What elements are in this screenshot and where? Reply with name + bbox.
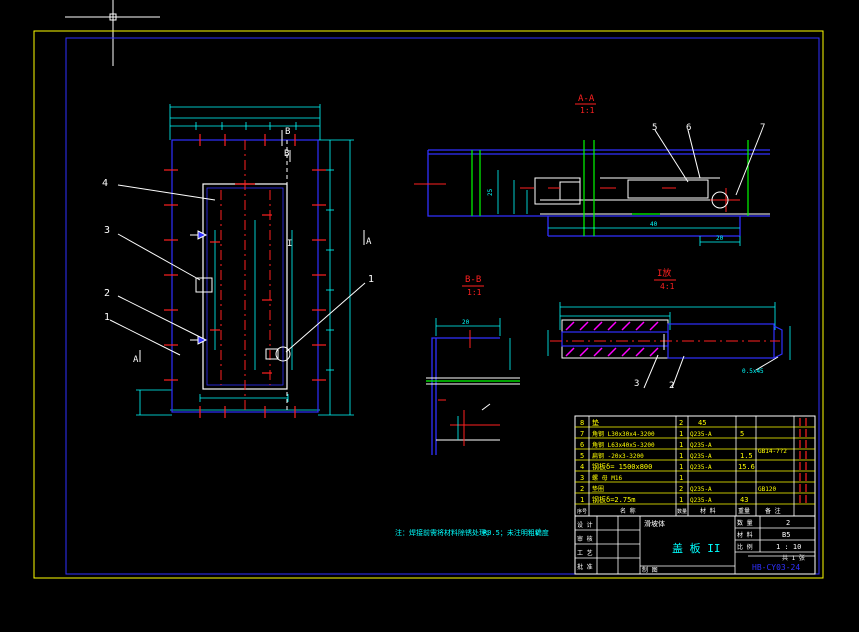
parts-row-2-qty: 2 [679, 485, 683, 493]
parts-row-7-weight: 5 [740, 430, 744, 438]
section-bb-title: B-B [465, 275, 481, 285]
parts-row-5-no: 5 [580, 452, 584, 460]
parts-list-table: 8 垫 2 45 7 角钢 L30x30x4-3200 1 Q235-A 5 6… [574, 415, 816, 517]
title-project: 滑坡体 [644, 519, 665, 528]
parts-header-remark: 备 注 [765, 507, 781, 515]
title-row-approve: 批 准 [577, 563, 593, 571]
parts-row-4-remark: GB14-7?2 [758, 448, 787, 455]
count-label: 数 量 [737, 519, 753, 527]
detail-i-title: I放 [657, 267, 671, 279]
technical-note: 注：焊接前需将材料除锈处理； [395, 528, 493, 537]
parts-row-1-weight: 43 [740, 496, 748, 504]
parts-row-1-qty: 1 [679, 496, 683, 504]
parts-row-1-name: 钢板δ=2.75m [592, 495, 636, 504]
sheet-count: 共 1 张 [782, 554, 805, 562]
section-aa-callout-6: 6 [686, 123, 691, 133]
parts-row-8-qty: 2 [679, 419, 683, 427]
material-value: B5 [782, 531, 790, 539]
detail-i-view: I放 4:1 3 2 0.5x45 [547, 267, 791, 391]
section-mark-a-left: A [133, 355, 139, 365]
parts-row-7-material: Q235-A [690, 431, 712, 438]
plan-callout-2: 2 [104, 288, 110, 299]
detail-i-scale: 4:1 [660, 282, 675, 291]
parts-row-6-qty: 1 [679, 441, 683, 449]
section-aa-scale: 1:1 [580, 106, 595, 115]
parts-row-2-material: Q235-A [690, 486, 712, 493]
section-mark-a-right: A [366, 237, 372, 247]
plan-callout-4: 4 [102, 178, 108, 189]
parts-row-1-material: Q235-A [690, 497, 712, 504]
parts-row-3-qty: 1 [679, 474, 683, 482]
parts-row-6-material: Q235-A [690, 442, 712, 449]
section-bb-scale: 1:1 [467, 288, 482, 297]
parts-row-4-name: 钢板δ= 1500x800 [592, 462, 652, 471]
section-bb-view: B-B 1:1 20 [426, 275, 520, 455]
section-aa-callout-5: 5 [652, 123, 657, 133]
scale-value: 1 : 10 [776, 543, 801, 551]
parts-row-2-no: 2 [580, 485, 584, 493]
title-row-review: 审 核 [577, 535, 593, 543]
count-value: 2 [786, 519, 790, 527]
section-aa-dim-25: 25 [487, 188, 494, 196]
section-mark-b-top: B [285, 127, 290, 137]
parts-row-4-material: Q235-A [690, 464, 712, 471]
parts-row-2-remark: GB120 [758, 486, 776, 493]
section-aa-dim-40: 40 [650, 221, 658, 228]
parts-row-4-qty: 1 [679, 463, 683, 471]
drawing-title: 盖 板 II [672, 541, 721, 555]
detail-i-callout-2: 2 [669, 381, 674, 391]
detail-i-callout-3: 3 [634, 379, 639, 389]
section-aa-view: A-A 1:1 5 6 7 25 40 20 [414, 94, 770, 246]
parts-row-8-material: 45 [698, 419, 706, 427]
section-mark-b-mid: B [284, 149, 289, 159]
drawing-number: HB-CY03-24 [752, 563, 800, 572]
section-aa-dim-20: 20 [716, 235, 724, 242]
section-bb-dim-20: 20 [462, 319, 470, 326]
title-row-design: 设 计 [577, 521, 593, 529]
section-aa-callout-7: 7 [760, 123, 765, 133]
title-row-process: 工 艺 [577, 549, 593, 557]
title-row-draw: 制 图 [642, 566, 658, 574]
parts-header-name: 名 称 [620, 507, 636, 515]
parts-row-1-no: 1 [580, 496, 584, 504]
parts-row-6-no: 6 [580, 441, 584, 449]
section-aa-title: A-A [578, 94, 595, 104]
parts-row-4-weight: 15.6 [738, 463, 755, 471]
roughness-symbol: √ [535, 528, 540, 537]
parts-row-7-no: 7 [580, 430, 584, 438]
plan-callout-3: 3 [104, 225, 110, 236]
plan-view: 4 3 2 1 1 B B A A I [102, 104, 374, 418]
parts-row-3-no: 3 [580, 474, 584, 482]
title-block: 设 计 审 核 工 艺 批 准 制 图 滑坡体 盖 板 II 数 量 2 材 料… [574, 515, 816, 575]
material-label: 材 料 [737, 531, 753, 539]
parts-header-material: 材 料 [700, 507, 716, 515]
parts-header-qty: 数量 [677, 508, 687, 515]
scale-label: 比 例 [737, 543, 753, 551]
outer-frame [33, 30, 824, 579]
parts-header-weight: 重量 [738, 507, 750, 515]
parts-row-2-name: 垫圈 [592, 485, 604, 493]
parts-header-no: 序号 [577, 508, 587, 515]
parts-row-8-name: 垫 [592, 418, 599, 427]
cad-drawing-canvas[interactable]: 4 3 2 1 1 B B A A I A-A 1:1 5 6 7 25 40 … [0, 0, 859, 632]
parts-row-8-no: 8 [580, 419, 584, 427]
parts-row-4-no: 4 [580, 463, 584, 471]
plan-callout-1-right: 1 [368, 274, 374, 285]
parts-row-5-weight: 1.5 [740, 452, 753, 460]
parts-row-5-qty: 1 [679, 452, 683, 460]
parts-row-5-material: Q235-A [690, 453, 712, 460]
parts-row-6-name: 角钢 L63x40x5-3200 [592, 441, 655, 449]
crosshair-cursor [65, 0, 160, 66]
parts-row-7-name: 角钢 L30x30x4-3200 [592, 430, 655, 438]
parts-row-3-name: 螺 母 M16 [592, 474, 622, 482]
parts-row-7-qty: 1 [679, 430, 683, 438]
plan-callout-1-left: 1 [104, 312, 110, 323]
detail-i-chamfer: 0.5x45 [742, 368, 764, 375]
parts-row-5-name: 扁钢 -20x3-3200 [592, 452, 644, 460]
section-mark-i: I [287, 239, 292, 249]
